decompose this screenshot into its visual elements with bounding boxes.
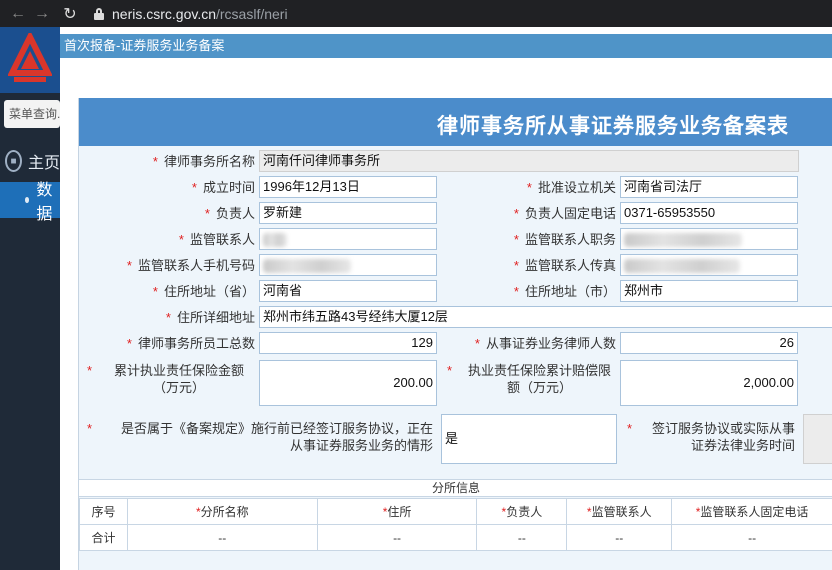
insurance-limit-label: * 执业责任保险累计赔偿限额（万元）	[447, 363, 611, 395]
approval-org-label: * 批准设立机关	[526, 180, 616, 195]
supervisor-title-label: * 监管联系人职务	[513, 232, 616, 247]
securities-lawyers-field[interactable]: 26	[620, 332, 798, 354]
pre-agreement-label: * 是否属于《备案规定》施行前已经签订服务协议，正在从事证券服务业务的情形	[87, 421, 433, 453]
home-icon: ■	[5, 150, 22, 172]
col-header-supervisor: *监管联系人	[566, 498, 673, 525]
lock-icon	[94, 7, 104, 20]
staff-total-label: * 律师事务所员工总数	[126, 336, 255, 351]
col-header-index: 序号	[79, 498, 128, 525]
form-title: 律师事务所从事证券服务业务备案表	[437, 115, 789, 138]
branch-header-row: 序号 *分所名称 *住所 *负责人 *监管联系人 *监管联系人固定电话	[79, 498, 832, 525]
supervisor-fax-field[interactable]	[620, 254, 798, 276]
staff-total-field[interactable]: 129	[259, 332, 437, 354]
insurance-amount-label: * 累计执业责任保险金额（万元）	[87, 363, 244, 395]
addr-detail-label: * 住所详细地址	[165, 310, 255, 325]
sub-menu-label: 数据	[36, 182, 53, 223]
app-header	[0, 27, 60, 93]
firm-name-field[interactable]: 河南仟问律师事务所	[259, 150, 799, 172]
table-cell: --	[316, 524, 478, 551]
filing-modal: 首次报备-证券服务业务备案 律师事务所从事证券服务业务备案表 * 律师事务所名称 …	[60, 34, 832, 570]
supervisor-label: * 监管联系人	[178, 232, 255, 247]
table-row-total: 合计 -- -- -- -- --	[79, 524, 832, 551]
browser-toolbar: ← → ↻ neris.csrc.gov.cn/rcsaslf/neri	[0, 0, 832, 27]
supervisor-fax-label: * 监管联系人传真	[513, 258, 616, 273]
supervisor-title-field[interactable]	[620, 228, 798, 250]
principal-label: * 负责人	[204, 206, 255, 221]
addr-province-label: * 住所地址（省）	[152, 284, 255, 299]
address-bar[interactable]: neris.csrc.gov.cn/rcsaslf/neri	[94, 6, 288, 22]
col-header-address: *住所	[316, 498, 478, 525]
supervisor-mobile-label: * 监管联系人手机号码	[126, 258, 255, 273]
forward-arrow-icon[interactable]: →	[30, 2, 54, 26]
background-app: 菜单查询... ■ 主页 数据	[0, 27, 60, 570]
supervisor-field[interactable]	[259, 228, 437, 250]
agreement-time-field[interactable]	[803, 414, 832, 464]
form-header: 律师事务所从事证券服务业务备案表	[79, 98, 832, 146]
col-header-branch-name: *分所名称	[126, 498, 318, 525]
filing-form: 律师事务所从事证券服务业务备案表 * 律师事务所名称 河南仟问律师事务所 * 成立时…	[78, 98, 832, 570]
principal-phone-field[interactable]: 0371-65953550	[620, 202, 798, 224]
modal-title: 首次报备-证券服务业务备案	[60, 34, 832, 58]
addr-city-label: * 住所地址（市）	[513, 284, 616, 299]
addr-city-field[interactable]: 郑州市	[620, 280, 798, 302]
branch-table: 序号 *分所名称 *住所 *负责人 *监管联系人 *监管联系人固定电话 合计 -…	[79, 498, 832, 551]
agreement-time-label: * 签订服务协议或实际从事证券法律业务时间	[627, 421, 795, 453]
addr-detail-field[interactable]: 郑州市纬五路43号经纬大厦12层	[259, 306, 832, 328]
firm-name-label: * 律师事务所名称	[152, 154, 255, 169]
main-menu-item[interactable]: ■ 主页	[0, 144, 60, 178]
main-menu-label: 主页	[27, 155, 60, 172]
table-cell: --	[671, 524, 832, 551]
branch-section-title: 分所信息	[79, 479, 832, 497]
reload-icon[interactable]: ↻	[58, 2, 82, 26]
col-header-principal: *负责人	[476, 498, 568, 525]
csrc-logo-icon	[8, 33, 52, 82]
back-arrow-icon[interactable]: ←	[6, 2, 30, 26]
approval-org-field[interactable]: 河南省司法厅	[620, 176, 798, 198]
supervisor-mobile-field[interactable]	[259, 254, 437, 276]
table-cell: --	[126, 524, 318, 551]
table-cell: --	[476, 524, 568, 551]
established-label: * 成立时间	[191, 180, 255, 195]
url-path: /rcsaslf/neri	[216, 5, 288, 22]
redacted-value	[263, 232, 287, 247]
url-host: neris.csrc.gov.cn	[112, 5, 216, 22]
modal-body: 律师事务所从事证券服务业务备案表 * 律师事务所名称 河南仟问律师事务所 * 成立时…	[60, 58, 832, 570]
principal-field[interactable]: 罗新建	[259, 202, 437, 224]
menu-search-input[interactable]: 菜单查询...	[4, 100, 60, 128]
col-header-supervisor-phone: *监管联系人固定电话	[671, 498, 832, 525]
principal-phone-label: * 负责人固定电话	[513, 206, 616, 221]
table-cell: --	[566, 524, 673, 551]
sub-menu-item-data[interactable]: 数据	[0, 182, 60, 223]
insurance-limit-field[interactable]: 2,000.00	[620, 360, 798, 406]
table-cell: 合计	[79, 524, 128, 551]
redacted-value	[624, 232, 742, 247]
redacted-value	[624, 258, 740, 273]
securities-lawyers-label: * 从事证券业务律师人数	[474, 336, 616, 351]
pre-agreement-field[interactable]: 是	[441, 414, 617, 464]
bullet-icon	[25, 197, 30, 203]
established-field[interactable]: 1996年12月13日	[259, 176, 437, 198]
insurance-amount-field[interactable]: 200.00	[259, 360, 437, 406]
addr-province-field[interactable]: 河南省	[259, 280, 437, 302]
redacted-value	[263, 258, 351, 273]
